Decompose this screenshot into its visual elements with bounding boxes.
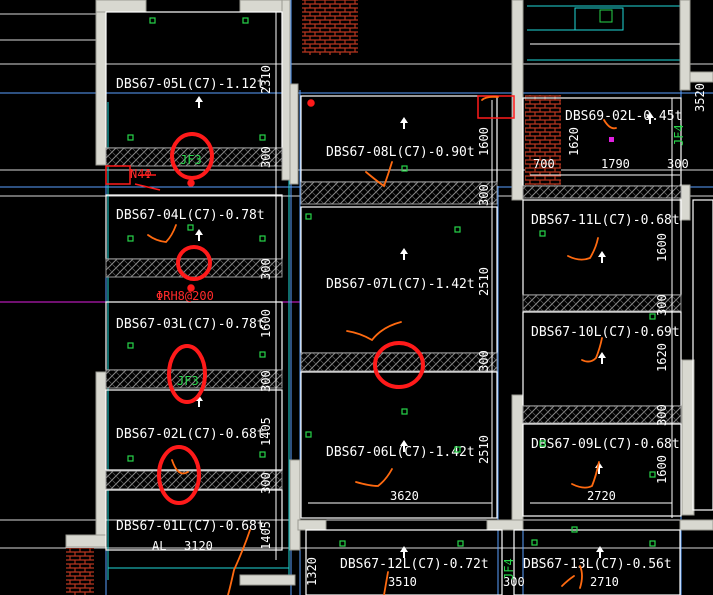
dimension-label: 3620 (390, 489, 419, 503)
jf4-annotation: JF4 (502, 558, 516, 580)
al-annotation: AL (152, 539, 166, 553)
dimension-label: 1405 (259, 417, 273, 446)
slab-label: DBS67-09L(C7)-0.68t (531, 437, 680, 452)
dimension-label: 300 (259, 472, 273, 494)
dimension-label: 300 (667, 157, 689, 171)
dimension-label: 1600 (259, 309, 273, 338)
dimension-label: 3520 (693, 83, 707, 112)
slab-label: DBS67-11L(C7)-0.68t (531, 213, 680, 228)
slab-label: DBS67-01L(C7)-0.68t (116, 519, 265, 534)
dimension-label: 300 (259, 370, 273, 392)
equipment-detail (530, 7, 680, 45)
dimension-label: 3510 (388, 575, 417, 589)
rebar-annotation: ΦRH8@200 (156, 289, 214, 303)
slab-label: DBS67-04L(C7)-0.78t (116, 208, 265, 223)
dimension-label: 3120 (184, 539, 213, 553)
dimension-label: 300 (477, 184, 491, 206)
slab-label: DBS67-03L(C7)-0.78t (116, 317, 265, 332)
dimension-label: 300 (477, 350, 491, 372)
dimension-label: 300 (259, 146, 273, 168)
slab-label: DBS67-08L(C7)-0.90t (326, 145, 475, 160)
dimension-label: 1600 (477, 127, 491, 156)
dimension-label: 2310 (259, 65, 273, 94)
dimension-label: 1600 (655, 455, 669, 484)
slab-label: DBS67-07L(C7)-1.42t (326, 277, 475, 292)
dimension-label: 1620 (567, 127, 581, 156)
jf3-annotation: JF3 (177, 374, 199, 388)
dimension-label: 2720 (587, 489, 616, 503)
dimension-label: 1790 (601, 157, 630, 171)
dimension-label: 300 (259, 258, 273, 280)
magenta-marker (609, 137, 614, 142)
slab-label: DBS69-02L-0.45t (565, 109, 682, 124)
dimension-label: 300 (655, 294, 669, 316)
dimension-label: 1620 (655, 343, 669, 372)
jf4-annotation: JF4 (672, 124, 686, 146)
dimension-label: 2710 (590, 575, 619, 589)
dimension-label: 1600 (655, 233, 669, 262)
cad-drawing-canvas: DBS67-05L(C7)-1.12t DBS67-04L(C7)-0.78t … (0, 0, 713, 595)
slab-label: DBS67-06L(C7)-1.42t (326, 445, 475, 460)
dimension-label: 1320 (305, 557, 319, 586)
slab-label: DBS67-13L(C7)-0.56t (523, 557, 672, 572)
dimension-label: 1405 (259, 521, 273, 550)
slab-label: DBS67-10L(C7)-0.69t (531, 325, 680, 340)
jf3-annotation: JF3 (180, 153, 202, 167)
dimension-label: 2510 (477, 267, 491, 296)
dimension-label: 2510 (477, 435, 491, 464)
n-phi-annotation: N4Φ (130, 167, 152, 181)
slab-label: DBS67-05L(C7)-1.12t (116, 77, 265, 92)
dimension-label: 700 (533, 157, 555, 171)
dimension-label: 300 (655, 404, 669, 426)
slab-label: DBS67-02L(C7)-0.68t (116, 427, 265, 442)
slab-label: DBS67-12L(C7)-0.72t (340, 557, 489, 572)
